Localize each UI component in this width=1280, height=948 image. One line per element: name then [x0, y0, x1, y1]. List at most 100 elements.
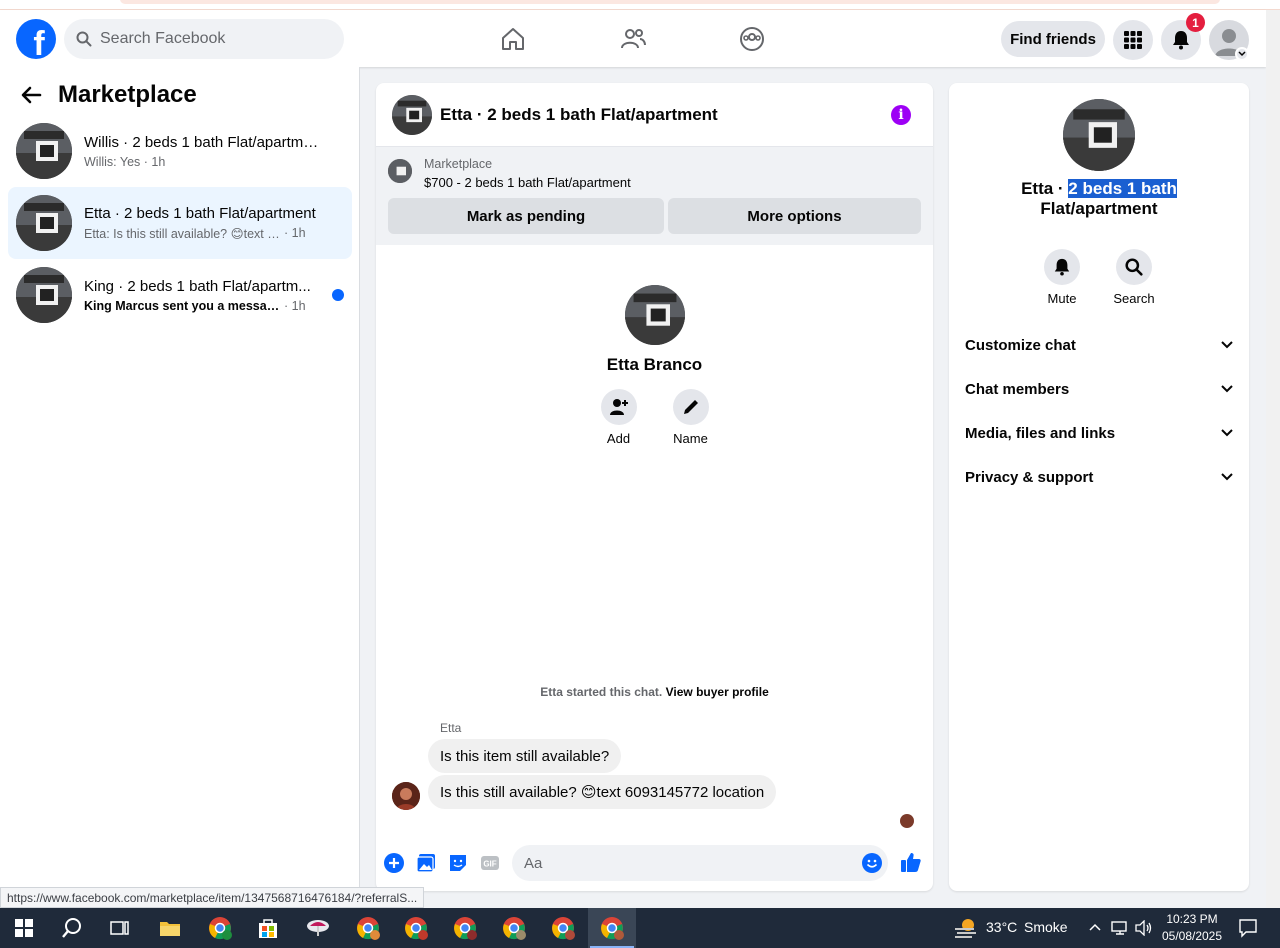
- search-label: Search: [1113, 291, 1155, 306]
- mute-button[interactable]: Mute: [1026, 249, 1098, 306]
- mark-as-pending-button[interactable]: Mark as pending: [388, 198, 664, 234]
- seen-indicator-avatar: [900, 814, 914, 828]
- microsoft-store-icon[interactable]: [244, 908, 292, 948]
- weather-icon[interactable]: [954, 917, 978, 939]
- chrome-profile-icon[interactable]: [441, 908, 489, 948]
- chat-details-panel: Etta · 2 beds 1 bath Flat/apartment Mute…: [949, 83, 1249, 891]
- volume-icon[interactable]: [1135, 920, 1153, 936]
- chevron-up-icon[interactable]: [1089, 923, 1101, 931]
- notifications-icon[interactable]: [1238, 918, 1258, 938]
- info-icon[interactable]: i: [891, 105, 911, 125]
- listing-price[interactable]: $700 - 2 beds 1 bath Flat/apartment: [424, 175, 631, 190]
- svg-text:GIF: GIF: [483, 860, 496, 869]
- message-bubble[interactable]: Is this item still available?: [428, 739, 622, 773]
- add-button[interactable]: Add: [583, 389, 655, 446]
- chevron-down-icon: [1221, 385, 1233, 393]
- conversation-preview: Etta: Is this still available? 😊text 609…: [84, 226, 324, 241]
- search-box[interactable]: [64, 19, 344, 59]
- chat-started-text: Etta started this chat.: [540, 685, 663, 699]
- conversation-item-active[interactable]: Etta · 2 beds 1 bath Flat/apartment Etta…: [8, 187, 352, 259]
- pencil-icon: [683, 400, 698, 414]
- chrome-profile-icon[interactable]: [392, 908, 440, 948]
- conversation-item[interactable]: King · 2 beds 1 bath Flat/apartm... King…: [8, 259, 352, 331]
- add-label: Add: [606, 431, 631, 446]
- windows-start-icon[interactable]: [0, 908, 48, 948]
- search-icon: [76, 31, 92, 47]
- name-label: Name: [673, 431, 708, 446]
- friends-icon[interactable]: [618, 24, 648, 54]
- search-input[interactable]: [100, 30, 320, 48]
- privacy-support-section[interactable]: Privacy & support: [965, 465, 1233, 489]
- menu-grid-button[interactable]: [1113, 20, 1153, 60]
- bell-icon: [1054, 258, 1070, 276]
- home-icon[interactable]: [498, 24, 528, 54]
- chrome-profile-icon[interactable]: [196, 908, 244, 948]
- emoji-icon[interactable]: [862, 853, 882, 873]
- conversation-preview-text: King Marcus sent you a message a...: [84, 298, 284, 313]
- task-view-icon[interactable]: [96, 908, 144, 948]
- page-scrollbar[interactable]: [1266, 10, 1280, 908]
- buyer-avatar[interactable]: [624, 285, 685, 345]
- chat-panel: Etta · 2 beds 1 bath Flat/apartment i Ma…: [376, 83, 933, 891]
- customize-chat-section[interactable]: Customize chat: [965, 333, 1233, 357]
- photo-icon[interactable]: [415, 852, 437, 874]
- details-title: Etta · 2 beds 1 bath Flat/apartment: [949, 179, 1249, 219]
- groups-icon[interactable]: [737, 24, 767, 54]
- sender-avatar[interactable]: [392, 782, 420, 810]
- listing-avatar[interactable]: [1063, 99, 1135, 171]
- sidebar-header: Marketplace: [20, 81, 197, 109]
- message-input[interactable]: [524, 854, 844, 872]
- buyer-profile-block: Etta Branco Add Name: [376, 285, 933, 446]
- windows-taskbar: 33°C Smoke 10:23 PM 05/08/2025: [0, 908, 1280, 948]
- sticker-icon[interactable]: [447, 852, 469, 874]
- find-friends-button[interactable]: Find friends: [1001, 21, 1105, 57]
- page-title: Marketplace: [58, 81, 197, 108]
- chrome-profile-icon[interactable]: [344, 908, 392, 948]
- search-in-chat-button[interactable]: Search: [1098, 249, 1170, 306]
- app-icon[interactable]: [294, 908, 342, 948]
- more-options-button[interactable]: More options: [668, 198, 921, 234]
- notification-badge: 1: [1186, 13, 1205, 32]
- chat-header: Etta · 2 beds 1 bath Flat/apartment i: [376, 83, 933, 147]
- details-title-suffix: Flat/apartment: [1040, 199, 1158, 218]
- chrome-profile-icon[interactable]: [539, 908, 587, 948]
- system-clock[interactable]: 10:23 PM 05/08/2025: [1158, 911, 1226, 945]
- listing-thumbnail: [16, 195, 72, 251]
- section-label: Media, files and links: [965, 424, 1116, 442]
- plus-icon[interactable]: [383, 852, 405, 874]
- chat-members-section[interactable]: Chat members: [965, 377, 1233, 401]
- message-bubble[interactable]: Is this still available? 😊text 609314577…: [428, 775, 777, 809]
- search-icon[interactable]: [48, 908, 96, 948]
- view-buyer-profile-link[interactable]: View buyer profile: [666, 685, 769, 699]
- marketplace-inbox-sidebar: Marketplace Willis · 2 beds 1 bath Flat/…: [0, 67, 360, 908]
- section-label: Chat members: [965, 380, 1070, 398]
- message-input-box[interactable]: [512, 845, 888, 881]
- message-composer: GIF: [376, 843, 933, 883]
- thumbs-up-icon[interactable]: [899, 850, 923, 874]
- conversation-title: Etta · 2 beds 1 bath Flat/apartment: [84, 205, 316, 222]
- chevron-down-icon[interactable]: [1235, 47, 1249, 61]
- media-files-links-section[interactable]: Media, files and links: [965, 421, 1233, 445]
- listing-banner: Marketplace $700 - 2 beds 1 bath Flat/ap…: [376, 147, 933, 245]
- network-icon[interactable]: [1111, 920, 1129, 936]
- grid-icon: [1124, 31, 1142, 49]
- search-icon: [1125, 258, 1143, 276]
- chevron-down-icon: [1221, 341, 1233, 349]
- gif-icon[interactable]: GIF: [479, 852, 501, 874]
- temperature-text: 33°C: [986, 919, 1018, 935]
- buyer-name: Etta Branco: [606, 355, 703, 374]
- conversation-item[interactable]: Willis · 2 beds 1 bath Flat/apartment Wi…: [8, 115, 352, 187]
- chrome-profile-icon-active[interactable]: [588, 908, 636, 948]
- conversation-time: · 1h: [284, 298, 306, 313]
- weather-text: Smoke: [1024, 919, 1068, 935]
- unread-indicator: [332, 289, 344, 301]
- chat-thumbnail: [392, 94, 432, 135]
- name-button[interactable]: Name: [655, 389, 727, 446]
- clock-time: 10:23 PM: [1166, 912, 1218, 926]
- file-explorer-icon[interactable]: [146, 908, 194, 948]
- conversation-preview-text: Etta: Is this still available? 😊text 609…: [84, 227, 284, 241]
- chevron-down-icon: [1221, 473, 1233, 481]
- back-arrow-icon[interactable]: [20, 84, 42, 106]
- chrome-profile-icon[interactable]: [490, 908, 538, 948]
- facebook-logo[interactable]: f: [16, 19, 56, 59]
